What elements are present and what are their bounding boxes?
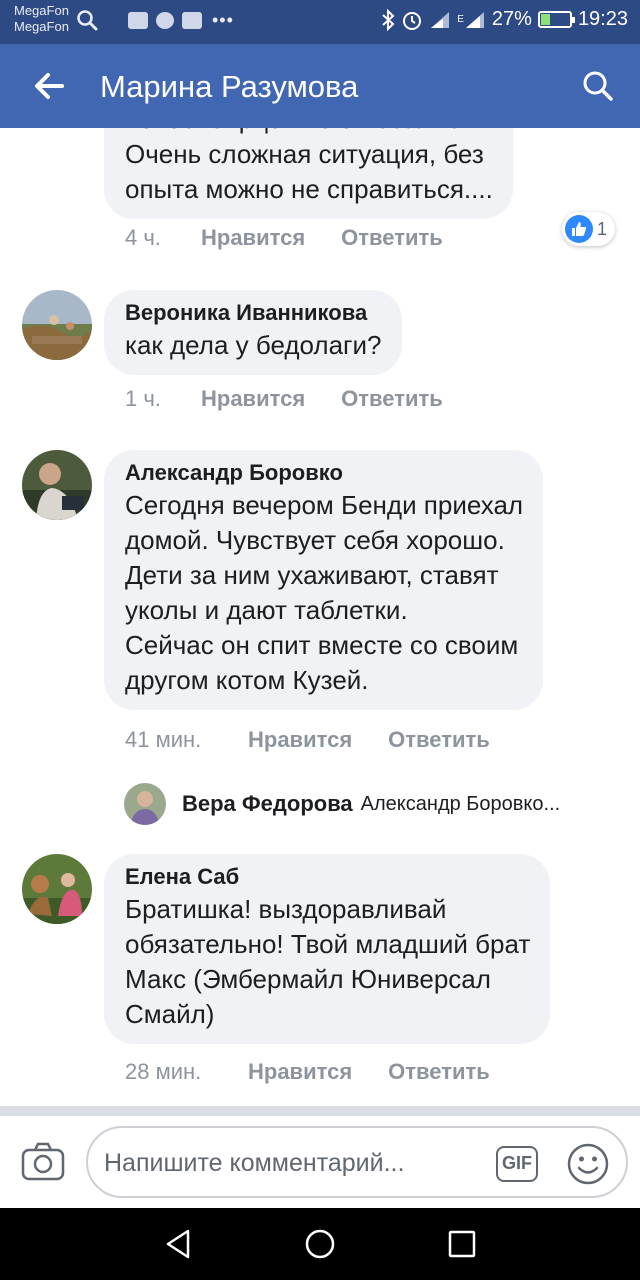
comment-time: 4 ч. [125, 225, 161, 250]
comment-text-line: домой. Чувствует себя хорошо. [125, 525, 505, 555]
comment-text-partial: новосибирцев не отказались! [125, 128, 493, 137]
like-link[interactable]: Нравится [248, 726, 352, 754]
comment-composer: Напишите комментарий... GIF [0, 1116, 640, 1208]
gallery-notification-icon [128, 12, 148, 29]
search-icon [583, 71, 613, 101]
status-bar: MegaFon MegaFon ••• E 27% 19:23 [0, 0, 640, 44]
comment-text-line: Очень сложная ситуация, без [125, 139, 484, 169]
reply-preview[interactable]: Вера Федорова Александр Боровко... [124, 782, 560, 826]
emoji-icon[interactable] [566, 1142, 610, 1186]
avatar[interactable] [22, 290, 92, 360]
comment-text-line: обязательно! Твой младший брат [125, 929, 531, 959]
like-link[interactable]: Нравится [201, 224, 305, 252]
search-button[interactable] [578, 66, 618, 106]
bluetooth-icon [382, 8, 395, 31]
reply-link[interactable]: Ответить [341, 385, 443, 413]
comment-text-line: уколы и дают таблетки. [125, 595, 408, 625]
comment-text-line: Смайл) [125, 999, 215, 1029]
comment-bubble[interactable]: Вероника Иванникова как дела у бедолаги? [104, 290, 402, 375]
comment-text-line: Братишка! выздоравливай [125, 894, 447, 924]
reply-snippet: Александр Боровко... [360, 792, 561, 815]
thumbs-up-icon [565, 215, 593, 243]
comment-bubble[interactable]: Елена Саб Братишка! выздоравливай обязат… [104, 854, 551, 1044]
back-arrow-icon[interactable] [30, 66, 70, 106]
comment-text-line: как дела у бедолаги? [125, 330, 382, 360]
carrier-1: MegaFon [14, 3, 69, 18]
comment-input-placeholder: Напишите комментарий... [104, 1149, 405, 1177]
comment-text-line: опыта можно не справиться.... [125, 174, 493, 204]
app-notification-icon [156, 12, 174, 29]
nav-back-icon[interactable] [160, 1226, 196, 1262]
signal-2-icon [465, 11, 484, 28]
reply-link[interactable]: Ответить [388, 726, 490, 754]
page-title: Марина Разумова [100, 69, 359, 104]
comment-text-line: Сегодня вечером Бенди приехал [125, 490, 524, 520]
carrier-labels: MegaFon MegaFon [14, 3, 69, 35]
comment-text-line: другом котом Кузей. [125, 665, 369, 695]
clock: 19:23 [577, 8, 628, 30]
status-right: E 27% 19:23 [381, 8, 628, 31]
avatar [124, 783, 166, 825]
reply-link[interactable]: Ответить [341, 224, 443, 252]
notification-icons: ••• [128, 10, 234, 31]
comment-thread: новосибирцев не отказались! Очень сложна… [0, 128, 640, 1106]
comment-text-line: Макс (Эмбермайл Юниверсал [125, 964, 491, 994]
comment-text-line: Сейчас он спит вместе со своим [125, 630, 519, 660]
avatar[interactable] [22, 854, 92, 924]
comment-bubble[interactable]: новосибирцев не отказались! Очень сложна… [104, 128, 513, 219]
reply-link[interactable]: Ответить [388, 1058, 490, 1086]
gif-button[interactable]: GIF [496, 1146, 538, 1182]
comment-time: 41 мин. [125, 727, 202, 752]
nav-recents-icon[interactable] [444, 1226, 480, 1262]
like-link[interactable]: Нравится [248, 1058, 352, 1086]
comment-meta: 4 ч. Нравится Ответить [125, 224, 443, 252]
comment-time: 1 ч. [125, 386, 161, 411]
carrier-2: MegaFon [14, 19, 69, 34]
like-link[interactable]: Нравится [201, 385, 305, 413]
divider [0, 1106, 640, 1116]
battery-percent: 27% [491, 8, 532, 30]
comment-time: 28 мин. [125, 1059, 202, 1084]
nav-home-icon[interactable] [302, 1226, 338, 1262]
comment-bubble[interactable]: Александр Боровко Сегодня вечером Бенди … [104, 450, 544, 710]
comment-author[interactable]: Александр Боровко [125, 458, 523, 488]
network-type: E [457, 14, 464, 25]
comment-author[interactable]: Елена Саб [125, 862, 530, 892]
comment-meta: 41 мин. Нравится Ответить [125, 726, 490, 754]
battery-icon [537, 11, 575, 28]
search-icon [76, 9, 98, 36]
youtube-notification-icon [182, 12, 202, 29]
more-notifications-icon: ••• [212, 10, 234, 30]
comment-text-line: Дети за ним ухаживают, ставят [125, 560, 499, 590]
comment-meta: 1 ч. Нравится Ответить [125, 385, 443, 413]
avatar[interactable] [22, 450, 92, 520]
comment-author[interactable]: Вероника Иванникова [125, 298, 382, 328]
camera-icon[interactable] [20, 1140, 66, 1184]
system-nav-bar [0, 1208, 640, 1280]
comment-input[interactable]: Напишите комментарий... GIF [86, 1126, 628, 1198]
reaction-count: 1 [597, 218, 608, 239]
reaction-summary[interactable]: 1 [562, 212, 616, 246]
alarm-icon [403, 11, 422, 30]
comment-meta: 28 мин. Нравится Ответить [125, 1058, 490, 1086]
app-header: Марина Разумова [0, 44, 640, 128]
reply-author: Вера Федорова [182, 791, 353, 816]
signal-icon [431, 11, 450, 28]
